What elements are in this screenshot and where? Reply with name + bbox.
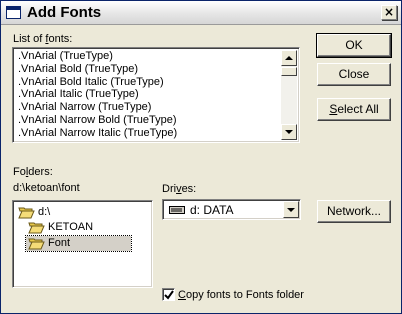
font-list-item[interactable]: .VnArial Narrow Bold (TrueType) bbox=[16, 114, 282, 127]
current-folder-path: d:\ketoan\font bbox=[13, 182, 80, 194]
window-title: Add Fonts bbox=[27, 4, 102, 21]
window-icon bbox=[6, 6, 21, 19]
font-list-item[interactable]: .VnArial Bold (TrueType) bbox=[16, 63, 282, 76]
folder-tree-item-ketoan[interactable]: KETOAN bbox=[28, 220, 108, 235]
folder-tree[interactable]: d:\ KETOAN Font bbox=[12, 200, 153, 288]
close-window-button[interactable]: × bbox=[381, 5, 397, 20]
font-list-item[interactable]: .VnArial Narrow (TrueType) bbox=[16, 101, 282, 114]
add-fonts-dialog: Add Fonts × List of fonts: .VnArial (Tru… bbox=[0, 0, 402, 314]
folder-tree-item-font[interactable]: Font bbox=[25, 235, 132, 252]
checkmark-icon bbox=[164, 290, 174, 300]
network-button[interactable]: Network... bbox=[317, 200, 391, 223]
select-all-button[interactable]: Select All bbox=[317, 98, 391, 121]
font-list-item[interactable]: .VnArial Italic (TrueType) bbox=[16, 88, 282, 101]
folder-tree-item-root[interactable]: d:\ bbox=[18, 205, 78, 220]
drives-label: Drives: bbox=[162, 183, 197, 195]
font-list[interactable]: .VnArial (TrueType) .VnArial Bold (TrueT… bbox=[12, 47, 300, 143]
font-list-item[interactable]: .VnArial (TrueType) bbox=[16, 50, 282, 63]
copy-fonts-checkbox[interactable] bbox=[162, 288, 175, 301]
scroll-down-button[interactable] bbox=[281, 124, 297, 140]
font-list-item[interactable]: .VnArial Bold Italic (TrueType) bbox=[16, 76, 282, 89]
folders-label: Folders: bbox=[13, 166, 53, 178]
open-folder-icon bbox=[18, 207, 35, 219]
arrow-up-icon bbox=[285, 56, 293, 60]
open-folder-icon bbox=[28, 238, 45, 250]
title-bar[interactable]: Add Fonts × bbox=[1, 1, 401, 25]
drives-selected-value: d: DATA bbox=[190, 203, 234, 217]
font-list-label: List of fonts: bbox=[13, 33, 73, 45]
ok-button[interactable]: OK bbox=[316, 33, 392, 58]
scroll-up-button[interactable] bbox=[281, 50, 297, 66]
font-list-item[interactable]: .VnArial Narrow Italic (TrueType) bbox=[16, 127, 282, 140]
drives-dropdown[interactable]: d: DATA bbox=[162, 199, 301, 220]
font-list-scrollbar[interactable] bbox=[281, 50, 297, 140]
copy-fonts-label[interactable]: Copy fonts to Fonts folder bbox=[178, 289, 304, 301]
chevron-down-icon bbox=[287, 208, 295, 212]
scroll-thumb[interactable] bbox=[281, 67, 297, 76]
arrow-down-icon bbox=[285, 130, 293, 134]
drives-dropdown-button[interactable] bbox=[283, 201, 299, 218]
hard-drive-icon bbox=[169, 206, 185, 214]
close-button[interactable]: Close bbox=[317, 63, 391, 86]
open-folder-icon bbox=[28, 222, 45, 234]
